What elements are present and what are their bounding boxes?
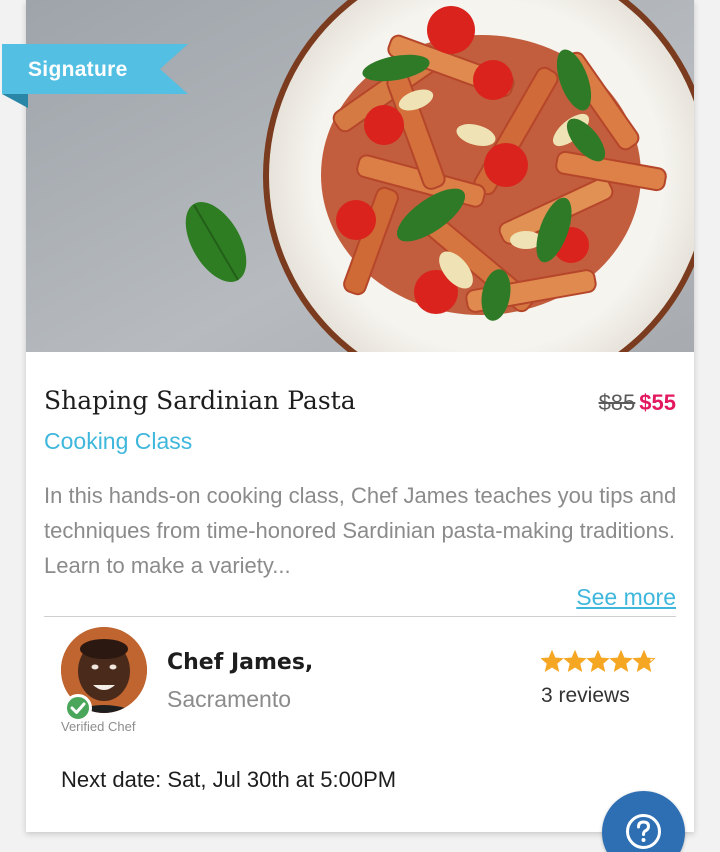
see-more-link[interactable]: See more	[576, 584, 676, 611]
badge-label: Signature	[28, 58, 128, 81]
star-icon	[563, 649, 587, 672]
chef-name[interactable]: Chef James,	[167, 650, 313, 675]
signature-badge: Signature	[2, 44, 188, 108]
chef-location: Sacramento	[167, 686, 292, 712]
star-icon	[586, 649, 610, 672]
listing-card[interactable]: Shaping Sardinian Pasta $85 $55 Cooking C…	[26, 0, 694, 832]
reviews-count[interactable]: 3 reviews	[541, 684, 630, 708]
divider	[44, 616, 676, 617]
next-date: Next date: Sat, Jul 30th at 5:00PM	[61, 767, 397, 792]
star-rating	[540, 649, 656, 676]
original-price: $85	[598, 390, 636, 415]
price: $85 $55	[599, 390, 676, 416]
star-icon	[540, 649, 564, 672]
question-mark-icon	[626, 814, 661, 849]
class-title[interactable]: Shaping Sardinian Pasta	[44, 386, 356, 415]
verified-chef-label: Verified Chef	[61, 719, 136, 734]
star-icon	[632, 649, 656, 672]
star-icon	[609, 649, 633, 672]
sale-price: $55	[639, 390, 676, 415]
class-category[interactable]: Cooking Class	[44, 428, 192, 455]
class-description: In this hands-on cooking class, Chef Jam…	[44, 483, 677, 578]
check-icon	[64, 694, 92, 722]
